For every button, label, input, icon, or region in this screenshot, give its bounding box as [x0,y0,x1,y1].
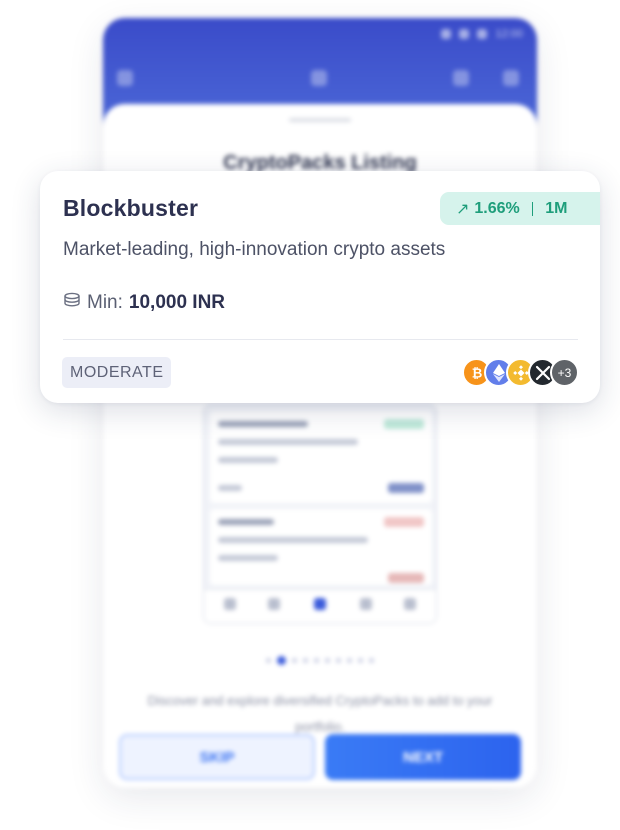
status-bar: 12:00 [441,28,523,40]
svg-text:₿: ₿ [471,366,482,381]
page-dot[interactable] [325,658,330,663]
pack-title: Blockbuster [63,195,199,221]
page-dot[interactable] [369,658,374,663]
status-time: 12:00 [495,28,523,40]
battery-icon [477,29,488,39]
page-dot[interactable] [347,658,352,663]
trend-up-arrow-icon: ↗ [456,200,470,218]
page-dot[interactable] [292,658,297,663]
pack-description: Market-leading, high-innovation crypto a… [63,239,446,260]
profile-icon [503,70,519,86]
min-label: Min: [87,292,123,313]
wifi-icon [459,29,470,39]
notification-icon [453,70,469,86]
asset-icons: ₿ +3 [462,358,579,387]
divider [531,201,534,216]
menu-icon [117,70,133,86]
signal-icon [441,29,452,39]
page-dot[interactable] [358,658,363,663]
onboarding-description: Discover and explore diversified CryptoP… [147,693,493,734]
page-dot[interactable] [314,658,319,663]
next-button[interactable]: NEXT [325,734,521,780]
preview-card [210,411,432,503]
skip-button[interactable]: SKIP [119,734,315,780]
sheet-handle[interactable] [289,118,351,122]
return-period: 1M [545,199,568,217]
app-preview-screenshot [203,404,437,624]
cryptopack-card[interactable]: Blockbuster ↗ 1.66% 1M Market-leading, h… [40,171,600,403]
preview-card [210,509,432,585]
logo-icon [311,70,327,86]
preview-bottom-nav [204,589,436,623]
page-indicator[interactable] [103,656,537,665]
more-assets-count: +3 [550,358,579,387]
card-divider [63,339,578,340]
min-investment: Min: 10,000 INR [63,292,225,314]
onboarding-phone-preview: 12:00 CryptoPacks Listing Discover and e… [103,18,537,788]
page-dot[interactable] [266,658,271,663]
return-value: 1.66% [474,199,520,217]
min-amount: 10,000 INR [128,292,226,313]
coins-stack-icon [63,292,81,314]
risk-badge: MODERATE [62,357,172,388]
performance-badge: ↗ 1.66% 1M [440,192,600,225]
page-dot-active[interactable] [277,656,286,665]
page-dot[interactable] [336,658,341,663]
page-dot[interactable] [303,658,308,663]
